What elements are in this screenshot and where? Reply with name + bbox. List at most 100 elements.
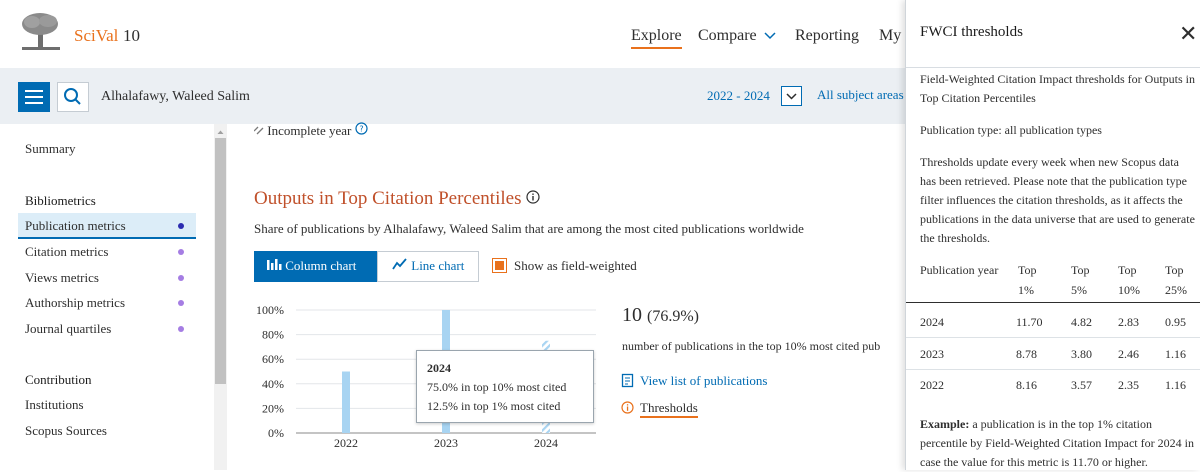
stat-percentage: (76.9%) — [647, 308, 699, 325]
table-header-top5: Top 5% — [1071, 263, 1090, 297]
line-chart-label: Line chart — [411, 258, 465, 273]
column-chart-label: Column chart — [285, 258, 357, 273]
table-header-top25: Top 25% — [1165, 263, 1187, 297]
table-cell: 4.82 — [1071, 315, 1092, 329]
nav-my[interactable]: My — [879, 27, 901, 45]
stat-description: number of publications in the top 10% mo… — [622, 339, 881, 353]
view-publications-link[interactable]: View list of publications — [640, 373, 767, 389]
y-tick-label: 40% — [262, 377, 284, 391]
panel-publication-type: Publication type: all publication types — [920, 123, 1102, 137]
scroll-up-arrow-icon[interactable] — [214, 127, 227, 137]
tooltip-line-2: 12.5% in top 1% most cited — [427, 399, 561, 413]
sidebar-item-summary[interactable]: Summary — [25, 141, 76, 157]
info-icon[interactable] — [526, 190, 540, 204]
tooltip-year: 2024 — [427, 361, 451, 375]
table-header-rule — [906, 302, 1200, 303]
document-list-icon[interactable] — [621, 373, 635, 393]
x-tick-label: 2022 — [334, 436, 358, 450]
y-tick-label: 20% — [262, 401, 284, 415]
nav-compare[interactable]: Compare — [698, 27, 776, 45]
hatch-pattern-icon — [253, 126, 264, 135]
column-chart-icon — [267, 259, 282, 270]
incomplete-year-label: Incomplete year — [267, 123, 352, 138]
status-dot-icon — [178, 326, 184, 332]
app-brand[interactable]: SciVal — [74, 26, 118, 46]
table-header-top1: Top 1% — [1018, 263, 1037, 297]
field-weighted-checkbox[interactable] — [492, 258, 507, 273]
status-dot-icon — [178, 275, 184, 281]
subject-area-select[interactable]: All subject areas — [817, 87, 904, 103]
status-dot-icon — [178, 249, 184, 255]
nav-compare-label: Compare — [698, 27, 757, 44]
section-subtitle: Share of publications by Alhalafawy, Wal… — [254, 221, 804, 236]
year-range-dropdown-button[interactable] — [781, 86, 802, 106]
table-cell: 2022 — [920, 378, 944, 392]
chevron-down-icon — [764, 32, 776, 40]
line-chart-button[interactable]: Line chart — [377, 251, 479, 282]
elsevier-logo-icon[interactable] — [18, 10, 64, 52]
chevron-down-icon — [786, 93, 797, 100]
table-cell: 2.35 — [1118, 378, 1139, 392]
chart-bar-2022[interactable] — [342, 371, 350, 434]
y-tick-label: 0% — [268, 426, 284, 440]
x-tick-label: 2024 — [534, 436, 558, 450]
incomplete-year-note: Incomplete year ? — [253, 122, 368, 139]
table-cell: 0.95 — [1165, 315, 1186, 329]
sidebar-item-institutions[interactable]: Institutions — [25, 397, 84, 413]
sidebar-item-journal-quartiles[interactable]: Journal quartiles — [25, 321, 111, 337]
nav-explore[interactable]: Explore — [631, 27, 682, 49]
table-cell: 3.57 — [1071, 378, 1092, 392]
chart-tooltip: 2024 75.0% in top 10% most cited 12.5% i… — [416, 350, 594, 423]
table-row-rule — [906, 337, 1200, 338]
table-cell: 1.16 — [1165, 378, 1186, 392]
fwci-thresholds-panel: FWCI thresholds ✕ Field-Weighted Citatio… — [905, 0, 1200, 470]
info-icon — [621, 401, 634, 419]
y-tick-label: 100% — [256, 303, 284, 317]
table-cell: 8.78 — [1016, 347, 1037, 361]
help-icon[interactable]: ? — [354, 122, 368, 135]
table-cell: 11.70 — [1016, 315, 1043, 329]
search-icon — [64, 88, 81, 105]
table-cell: 2.83 — [1118, 315, 1139, 329]
table-header-publication-year: Publication year — [920, 263, 999, 277]
table-cell: 2023 — [920, 347, 944, 361]
close-icon[interactable]: ✕ — [1179, 22, 1197, 47]
column-chart-button[interactable]: Column chart — [254, 251, 377, 282]
year-range-select[interactable]: 2022 - 2024 — [707, 88, 770, 104]
sidebar-item-publication-metrics[interactable]: Publication metrics — [25, 218, 126, 234]
status-dot-icon — [178, 300, 184, 306]
tooltip-line-1: 75.0% in top 10% most cited — [427, 380, 567, 394]
field-weighted-label: Show as field-weighted — [514, 258, 637, 273]
section-title-text: Outputs in Top Citation Percentiles — [254, 188, 522, 209]
y-tick-label: 60% — [262, 352, 284, 366]
active-dot-icon — [178, 223, 184, 229]
entity-name: Alhalafawy, Waleed Salim — [101, 89, 250, 104]
x-tick-label: 2023 — [434, 436, 458, 450]
svg-text:?: ? — [359, 125, 363, 134]
sidebar-item-citation-metrics[interactable]: Citation metrics — [25, 244, 108, 260]
search-button[interactable] — [57, 82, 89, 112]
y-tick-label: 80% — [262, 328, 284, 342]
sidebar-item-scopus-sources[interactable]: Scopus Sources — [25, 423, 107, 439]
table-cell: 3.80 — [1071, 347, 1092, 361]
panel-intro: Field-Weighted Citation Impact threshold… — [920, 72, 1195, 105]
stat-value: 10 (76.9%) — [622, 304, 699, 327]
stat-count: 10 — [622, 304, 642, 326]
panel-example: Example: a publication is in the top 1% … — [920, 415, 1195, 472]
example-label: Example: — [920, 417, 970, 431]
line-chart-icon — [392, 258, 407, 270]
sidebar-item-authorship-metrics[interactable]: Authorship metrics — [25, 295, 125, 311]
table-cell: 8.16 — [1016, 378, 1037, 392]
panel-title: FWCI thresholds — [920, 24, 1023, 40]
menu-button[interactable] — [18, 82, 50, 112]
sidebar-scrollbar-thumb[interactable] — [215, 138, 226, 384]
sidebar-item-views-metrics[interactable]: Views metrics — [25, 270, 99, 286]
panel-update-note: Thresholds update every week when new Sc… — [920, 155, 1195, 245]
nav-reporting[interactable]: Reporting — [795, 27, 859, 45]
table-cell: 1.16 — [1165, 347, 1186, 361]
thresholds-link[interactable]: Thresholds — [640, 400, 698, 418]
table-header-top10: Top 10% — [1118, 263, 1140, 297]
sidebar-heading-bibliometrics: Bibliometrics — [25, 193, 96, 208]
sidebar-heading-contribution: Contribution — [25, 372, 92, 387]
table-row-rule — [906, 369, 1200, 370]
